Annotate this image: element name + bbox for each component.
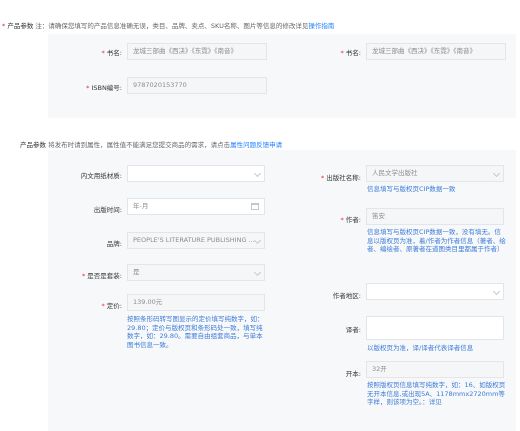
book-title-input[interactable]: 龙城三部曲《西决》《东霓》《南音》 <box>127 43 267 60</box>
is-set-label: * 是否是套装: <box>81 272 122 280</box>
product-params-note-text: 注：请确保您填写的产品信息准确无误，类目、品牌、卖点、SKU名称、图片等信息的修… <box>35 22 309 30</box>
publisher-select[interactable]: 人民文学出版社 <box>366 165 504 182</box>
publisher-label: * 出版社名称: <box>320 174 361 182</box>
product-params-note: * 产品参数 注：请确保您填写的产品信息准确无误，类目、品牌、卖点、SKU名称、… <box>2 20 334 30</box>
author-input[interactable]: 笛安 <box>366 208 504 225</box>
chevron-down-icon <box>253 236 262 245</box>
paper-label: 内文用纸材质: <box>80 172 122 180</box>
chevron-down-icon <box>492 169 501 178</box>
publish-date-picker[interactable]: 年-月 <box>127 198 265 215</box>
format-input[interactable]: 32开 <box>366 361 504 378</box>
translator-input[interactable] <box>366 316 504 340</box>
book-title-label: * 书名: <box>101 49 122 57</box>
attributes-label: 产品参数 <box>20 141 46 149</box>
publisher-help-text: 信息填写与版权页CIP数据一致 <box>367 185 456 193</box>
author-region-label: 作者地区: <box>332 292 361 300</box>
price-input[interactable]: 139.00元 <box>127 294 265 311</box>
price-label: * 定价: <box>101 302 122 310</box>
calendar-icon <box>251 203 259 210</box>
price-help-text: 按照条形码转写图显示的定价填写纯数字，如：29.80；定价与版权页和条形码处一致… <box>127 315 264 349</box>
chevron-down-icon <box>492 287 501 296</box>
translator-help-text: 以版权页为准，译/译者代表译者信息 <box>367 344 474 352</box>
brand-select[interactable]: PEOPLE'S LITERATURE PUBLISHING ... <box>127 232 265 249</box>
book-title-input-2[interactable]: 龙城三部曲《西决》《东霓》《南音》 <box>366 43 506 60</box>
author-help-text: 信息填写与版权页CIP数据一致，没有填无。信息以版权页为准，着/作者为作者信息（… <box>367 228 506 253</box>
format-label: 开本: <box>345 370 361 378</box>
attributes-note: 产品参数 将发布时请到属性，属性值不能满足您提交商品的需求，请点击属性问题反馈申… <box>20 139 282 149</box>
translator-label: 译者: <box>345 326 361 334</box>
operation-guide-link[interactable]: 操作指南 <box>308 22 334 30</box>
book-title-label-2: * 书名: <box>340 49 361 57</box>
format-help-text: 按照版权页信息填写纯数字，如：16、如版权页无开本信息,或出现5A、1178mm… <box>367 381 506 406</box>
attribute-feedback-link[interactable]: 属性问题反馈申请 <box>230 141 282 149</box>
is-set-select[interactable]: 是 <box>127 264 265 281</box>
author-region-select[interactable] <box>366 283 504 300</box>
isbn-input[interactable]: 9787020153770 <box>127 77 267 94</box>
product-params-label: 产品参数 <box>7 22 34 30</box>
brand-label: 品牌: <box>106 240 122 248</box>
required-mark: * <box>2 22 6 30</box>
paper-select[interactable] <box>127 165 265 182</box>
publish-date-label: 出版时间: <box>93 206 122 214</box>
chevron-down-icon <box>253 169 262 178</box>
isbn-label: * ISBN编号: <box>86 84 122 92</box>
author-label: * 作者: <box>340 216 361 224</box>
chevron-down-icon <box>253 268 262 277</box>
attributes-note-text: 将发布时请到属性，属性值不能满足您提交商品的需求，请点击 <box>48 141 231 149</box>
